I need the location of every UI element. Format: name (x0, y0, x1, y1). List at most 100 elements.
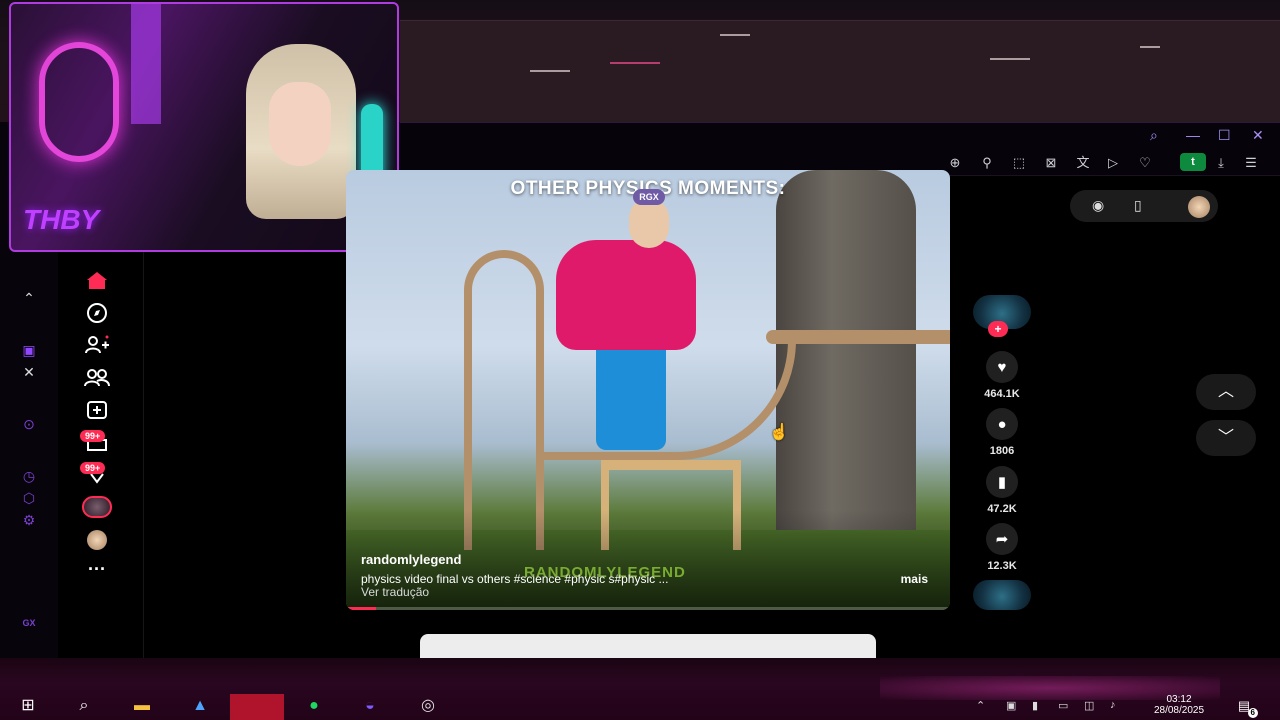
share-count: 12.3K (987, 560, 1017, 572)
live-avatar (82, 496, 112, 518)
maximize-button[interactable]: ☐ (1218, 127, 1231, 144)
video-rope (464, 250, 544, 550)
history-icon[interactable]: ◷ (18, 468, 40, 485)
obs-icon[interactable]: ◎ (416, 696, 440, 716)
previous-video-button[interactable]: ︿ (1196, 374, 1256, 410)
music-disc[interactable] (973, 580, 1031, 610)
profile-avatar (87, 530, 107, 550)
nav-profile[interactable] (82, 528, 112, 552)
player-icon[interactable]: ⊙ (18, 416, 40, 433)
next-video-button[interactable]: ﹀ (1196, 420, 1256, 456)
video-rope (536, 340, 796, 460)
notification-count: 6 (1247, 708, 1258, 718)
video-progress-bar[interactable] (346, 607, 950, 610)
profile-button[interactable]: t (1180, 153, 1206, 171)
browser-search-icon[interactable]: ⌕ (1150, 127, 1158, 144)
browser-titlebar[interactable]: ⌕ — ☐ ✕ (400, 122, 1280, 150)
messages-badge: 99+ (80, 430, 106, 442)
video-author[interactable]: randomlylegend (361, 552, 461, 567)
nav-upload[interactable] (82, 398, 112, 422)
video-person-head (629, 198, 669, 248)
send-icon[interactable]: ▷ (1104, 154, 1122, 172)
neon-panel (131, 4, 161, 124)
app-icon[interactable]: ▲ (188, 696, 212, 716)
translate-link[interactable]: Ver tradução (361, 585, 429, 599)
minimize-button[interactable]: — (1186, 127, 1200, 143)
comment-count: 1806 (989, 445, 1015, 457)
video-player[interactable]: OTHER PHYSICS MOMENTS: RGX RANDOMLYLEGEN… (346, 170, 950, 610)
file-explorer-icon[interactable]: ▬ (130, 696, 154, 716)
share-icon: ➦ (986, 523, 1018, 555)
wallpaper-building (400, 20, 1280, 130)
follow-button[interactable]: + (988, 321, 1008, 337)
video-person-hoodie (556, 240, 696, 350)
eye-icon[interactable]: ◉ (1092, 197, 1104, 214)
tray-display-icon[interactable]: ▭ (1058, 699, 1068, 712)
webcam-overlay: THBY (9, 2, 399, 252)
x-icon[interactable]: ✕ (18, 364, 40, 381)
nav-home[interactable] (82, 268, 112, 292)
home-up-icon[interactable]: ⌃ (18, 290, 40, 307)
snapshot-icon[interactable]: ⬚ (1010, 154, 1028, 172)
streamer-logo: THBY (23, 204, 100, 235)
nav-live[interactable] (82, 495, 112, 519)
more-link[interactable]: mais (901, 572, 928, 586)
profile-avatar[interactable] (1188, 196, 1210, 218)
activity-badge: 99+ (80, 462, 106, 474)
taskbar: ⊞ ⌕ ▬ ▲ ● ◒ ◎ ⌃ ▣ ▮ ▭ ◫ ♪ 03:12 28/08/20… (0, 658, 1280, 720)
tray-volume-icon[interactable]: ♪ (1110, 699, 1116, 711)
extensions-icon[interactable]: ⬡ (18, 490, 40, 507)
device-icon[interactable]: ▯ (1134, 197, 1142, 214)
streamer-face (269, 82, 331, 166)
wallpaper-light (610, 62, 660, 64)
nav-friends[interactable] (82, 366, 112, 390)
search-icon[interactable]: ⌕ (72, 696, 96, 716)
neon-light (39, 42, 119, 162)
windows-start-icon[interactable]: ⊞ (16, 696, 40, 716)
translate-icon[interactable]: 文 (1074, 154, 1092, 172)
notification-center-icon[interactable]: ▤ 6 (1232, 696, 1258, 718)
heart-icon: ♥ (986, 351, 1018, 383)
video-description: physics video final vs others #science #… (361, 572, 669, 586)
heart-icon[interactable]: ♡ (1136, 154, 1154, 172)
like-button[interactable]: ♥ (982, 351, 1022, 391)
wallpaper-light (1140, 46, 1160, 48)
close-button[interactable]: ✕ (1252, 127, 1264, 144)
more-menu-button[interactable]: ··· (82, 557, 112, 581)
save-count: 47.2K (987, 503, 1017, 515)
twitch-icon[interactable]: ▣ (18, 342, 40, 359)
discord-icon[interactable]: ◒ (358, 696, 382, 716)
clock-date: 28/08/2025 (1153, 705, 1205, 716)
video-overlay-badge: RGX (633, 189, 665, 205)
save-button[interactable]: ▮ (982, 466, 1022, 506)
comment-icon: ● (986, 408, 1018, 440)
video-rope (766, 330, 950, 344)
next-video-preview[interactable] (420, 634, 876, 658)
wallpaper-light (720, 34, 750, 36)
taskbar-clock[interactable]: 03:12 28/08/2025 (1142, 694, 1216, 716)
settings-icon[interactable]: ⚙ (18, 512, 40, 529)
hand-cursor-icon: ☝ (769, 424, 789, 441)
upload-icon (87, 401, 107, 419)
adblock-icon[interactable]: ⊠ (1042, 154, 1060, 172)
download-icon[interactable]: ⤓ (1212, 154, 1230, 172)
bookmark-icon: ▮ (986, 466, 1018, 498)
top-actions-pill: ◉ ▯ (1070, 190, 1218, 222)
zoom-in-icon[interactable]: ⊕ (946, 154, 964, 172)
nav-following[interactable] (82, 333, 112, 357)
tray-camera-icon[interactable]: ▣ (1006, 699, 1016, 712)
tray-mic-icon[interactable]: ▮ (1032, 699, 1038, 712)
tiktok-nav: 99+ 99+ ··· (58, 245, 144, 658)
share-button[interactable]: ➦ (982, 523, 1022, 563)
app-red-icon[interactable] (230, 694, 284, 720)
friends-icon (84, 369, 110, 387)
tray-network-icon[interactable]: ◫ (1084, 699, 1094, 712)
nav-explore[interactable] (82, 301, 112, 325)
pin-icon[interactable]: ⚲ (978, 154, 996, 172)
spotify-icon[interactable]: ● (302, 696, 326, 716)
tray-chevron-icon[interactable]: ⌃ (976, 699, 985, 712)
comment-button[interactable]: ● (982, 408, 1022, 448)
video-tree (776, 170, 916, 550)
menu-icon[interactable]: ☰ (1242, 154, 1260, 172)
clock-time: 03:12 (1166, 694, 1192, 705)
